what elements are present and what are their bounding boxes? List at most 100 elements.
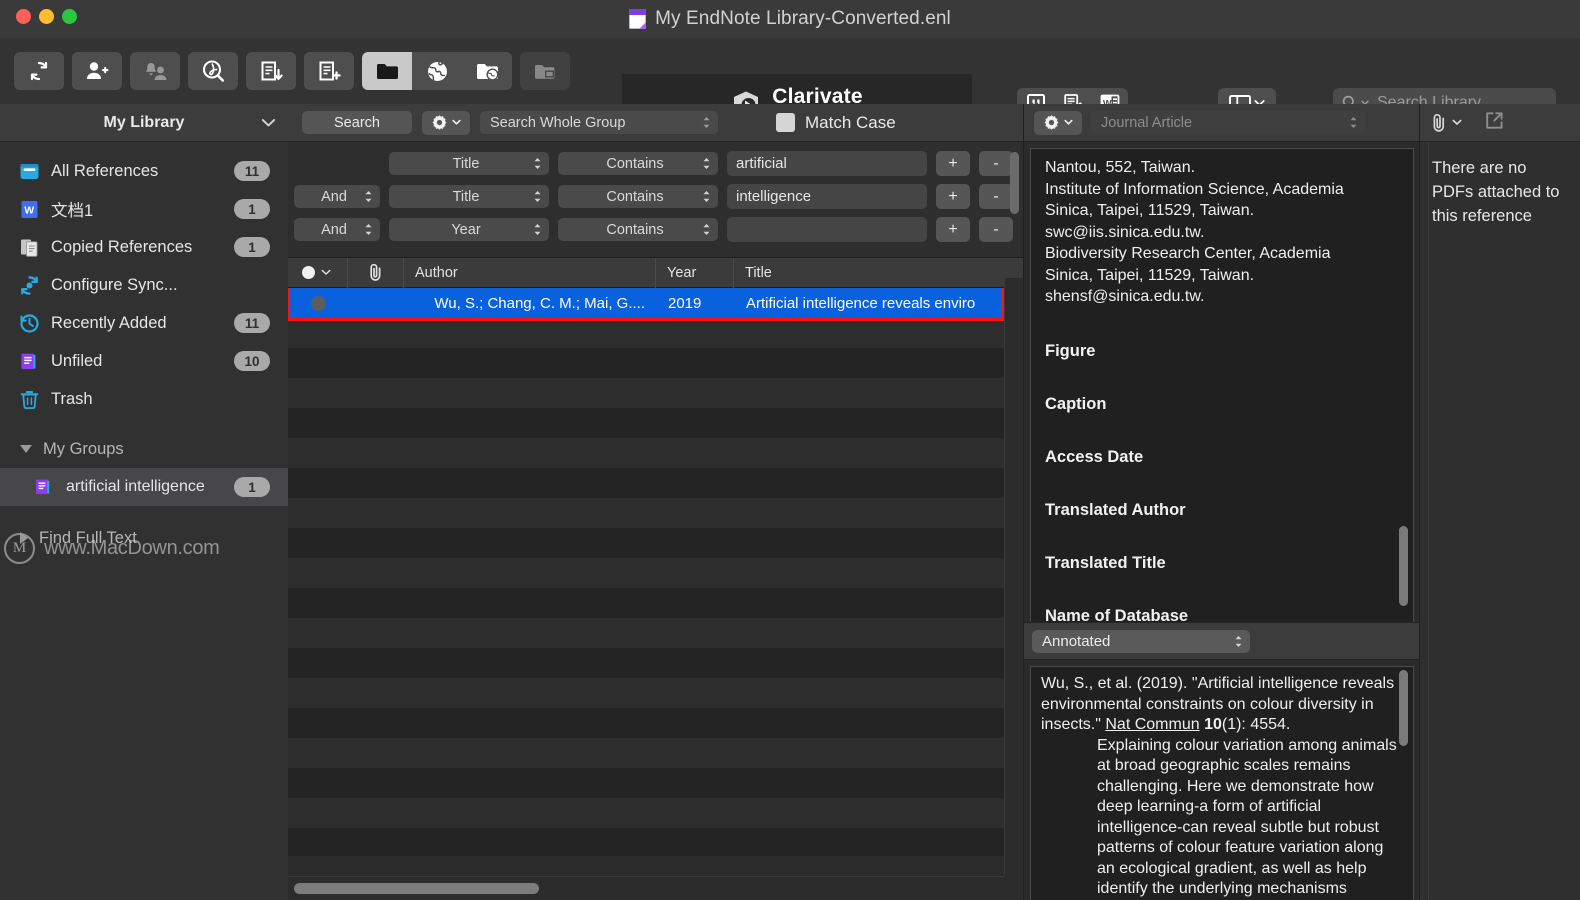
year-column-header[interactable]: Year bbox=[656, 257, 734, 288]
query-scrollbar-thumb[interactable] bbox=[1010, 152, 1019, 214]
sidebar-my-groups-header[interactable]: My Groups bbox=[0, 430, 288, 468]
sidebar-item-all-references[interactable]: All References 11 bbox=[0, 152, 288, 190]
preview-style-dropdown[interactable]: Annotated bbox=[1032, 629, 1250, 653]
match-case-checkbox[interactable] bbox=[776, 113, 795, 132]
attachment-menu-button[interactable] bbox=[1430, 113, 1462, 133]
import-button[interactable] bbox=[246, 52, 296, 90]
sidebar-header-label: My Library bbox=[103, 113, 185, 131]
query-add-button[interactable]: + bbox=[936, 184, 970, 209]
query-field-dropdown[interactable]: Title bbox=[389, 185, 549, 208]
query-add-button[interactable]: + bbox=[936, 151, 970, 176]
query-operator-dropdown[interactable]: Contains bbox=[558, 218, 718, 241]
reference-list-vertical-scrollbar[interactable] bbox=[1004, 278, 1024, 876]
online-search-button[interactable] bbox=[412, 52, 462, 90]
detail-fields-scroll-area[interactable]: Nantou, 552, Taiwan. Institute of Inform… bbox=[1030, 148, 1414, 628]
list-item[interactable] bbox=[288, 348, 1024, 378]
detail-scrollbar-thumb[interactable] bbox=[1399, 526, 1408, 606]
list-item[interactable] bbox=[288, 528, 1024, 558]
author-column-header[interactable]: Author bbox=[404, 257, 656, 288]
preview-scrollbar-thumb[interactable] bbox=[1399, 670, 1408, 746]
unfiled-doc-icon bbox=[18, 350, 40, 372]
list-item[interactable] bbox=[288, 648, 1024, 678]
find-pdf-button[interactable] bbox=[188, 52, 238, 90]
query-bool-dropdown[interactable]: And bbox=[294, 185, 380, 208]
sidebar-item-trash[interactable]: Trash bbox=[0, 380, 288, 418]
sidebar-item-configure-sync[interactable]: Configure Sync... bbox=[0, 266, 288, 304]
stepper-icon bbox=[702, 116, 711, 129]
list-item[interactable] bbox=[288, 468, 1024, 498]
list-item[interactable] bbox=[288, 768, 1024, 798]
attachment-left-divider bbox=[1428, 142, 1429, 900]
sync-button[interactable] bbox=[14, 52, 64, 90]
list-item[interactable] bbox=[288, 828, 1024, 856]
list-item[interactable] bbox=[288, 438, 1024, 468]
list-item[interactable] bbox=[288, 378, 1024, 408]
list-item[interactable] bbox=[288, 618, 1024, 648]
doc-down-arrow-icon bbox=[261, 61, 283, 80]
attachment-column-header[interactable] bbox=[348, 257, 404, 288]
list-item[interactable] bbox=[288, 678, 1024, 708]
query-operator-dropdown[interactable]: Contains bbox=[558, 185, 718, 208]
sidebar-item-wendang1[interactable]: W 文档1 1 bbox=[0, 190, 288, 228]
query-value-input[interactable] bbox=[727, 217, 927, 242]
sidebar-item-copied-references[interactable]: Copied References 1 bbox=[0, 228, 288, 266]
sidebar-header[interactable]: My Library bbox=[0, 104, 288, 142]
list-item[interactable] bbox=[288, 588, 1024, 618]
new-reference-button[interactable] bbox=[72, 52, 122, 90]
detail-options-button[interactable] bbox=[1034, 110, 1082, 135]
search-button[interactable]: Search bbox=[302, 111, 412, 134]
list-item[interactable] bbox=[288, 558, 1024, 588]
group-panel-button[interactable] bbox=[520, 52, 570, 90]
search-scope-dropdown[interactable]: Search Whole Group bbox=[480, 111, 718, 134]
local-library-button[interactable] bbox=[362, 52, 412, 90]
title-column-header[interactable]: Title bbox=[734, 258, 1024, 288]
integrated-mode-button[interactable] bbox=[462, 52, 512, 90]
match-case-control[interactable]: Match Case bbox=[776, 113, 896, 133]
preview-text-area[interactable]: Wu, S., et al. (2019). "Artificial intel… bbox=[1030, 666, 1414, 900]
sidebar-item-label: Recently Added bbox=[51, 313, 167, 332]
chevron-down-icon[interactable] bbox=[261, 115, 276, 133]
detail-field-label: Translated Author bbox=[1045, 500, 1186, 519]
query-bool-dropdown[interactable]: And bbox=[294, 218, 380, 241]
query-operator-dropdown[interactable]: Contains bbox=[558, 152, 718, 175]
reference-type-dropdown[interactable]: Journal Article bbox=[1091, 111, 1365, 134]
list-item[interactable] bbox=[288, 318, 1024, 348]
row-read-status[interactable] bbox=[288, 288, 348, 318]
new-group-button[interactable] bbox=[304, 52, 354, 90]
detail-vertical-scrollbar[interactable] bbox=[1397, 151, 1410, 625]
sidebar-item-recently-added[interactable]: Recently Added 11 bbox=[0, 304, 288, 342]
horizontal-scrollbar-thumb[interactable] bbox=[294, 883, 539, 894]
list-item[interactable] bbox=[288, 498, 1024, 528]
sidebar-item-count: 11 bbox=[234, 161, 270, 181]
stepper-icon bbox=[702, 223, 711, 236]
table-row[interactable]: Wu, S.; Chang, C. M.; Mai, G.... 2019 Ar… bbox=[288, 288, 1024, 318]
open-attachment-button[interactable] bbox=[1484, 110, 1505, 136]
query-value-input[interactable]: artificial bbox=[727, 151, 927, 176]
chevron-down-icon bbox=[1452, 119, 1462, 125]
sidebar-find-full-text-header[interactable]: Find Full Text bbox=[0, 519, 288, 557]
query-value-input[interactable]: intelligence bbox=[727, 184, 927, 209]
svg-text:W: W bbox=[24, 204, 34, 216]
search-options-button[interactable] bbox=[422, 110, 470, 135]
preview-vertical-scrollbar[interactable] bbox=[1397, 670, 1410, 900]
query-operator-value: Contains bbox=[606, 221, 664, 238]
list-item[interactable] bbox=[288, 798, 1024, 828]
query-field-dropdown[interactable]: Year bbox=[389, 218, 549, 241]
list-item[interactable] bbox=[288, 708, 1024, 738]
reference-detail-panel: Journal Article Nantou, 552, Taiwan. Ins… bbox=[1024, 104, 1420, 900]
query-scrollbar[interactable] bbox=[1008, 152, 1020, 248]
read-status-column-header[interactable] bbox=[288, 257, 348, 288]
my-groups-label: My Groups bbox=[43, 439, 124, 458]
query-add-button[interactable]: + bbox=[936, 217, 970, 242]
triangle-right-icon[interactable] bbox=[20, 532, 28, 544]
query-field-dropdown[interactable]: Title bbox=[389, 152, 549, 175]
sidebar-item-unfiled[interactable]: Unfiled 10 bbox=[0, 342, 288, 380]
triangle-down-icon[interactable] bbox=[20, 445, 32, 453]
list-item[interactable] bbox=[288, 738, 1024, 768]
list-item[interactable] bbox=[288, 408, 1024, 438]
share-button[interactable] bbox=[130, 52, 180, 90]
sidebar-group-label: artificial intelligence bbox=[66, 478, 205, 495]
reference-list-horizontal-scrollbar[interactable] bbox=[288, 876, 1004, 900]
sidebar-item-count: 1 bbox=[234, 199, 270, 219]
sidebar-group-artificial-intelligence[interactable]: artificial intelligence 1 bbox=[0, 468, 288, 506]
